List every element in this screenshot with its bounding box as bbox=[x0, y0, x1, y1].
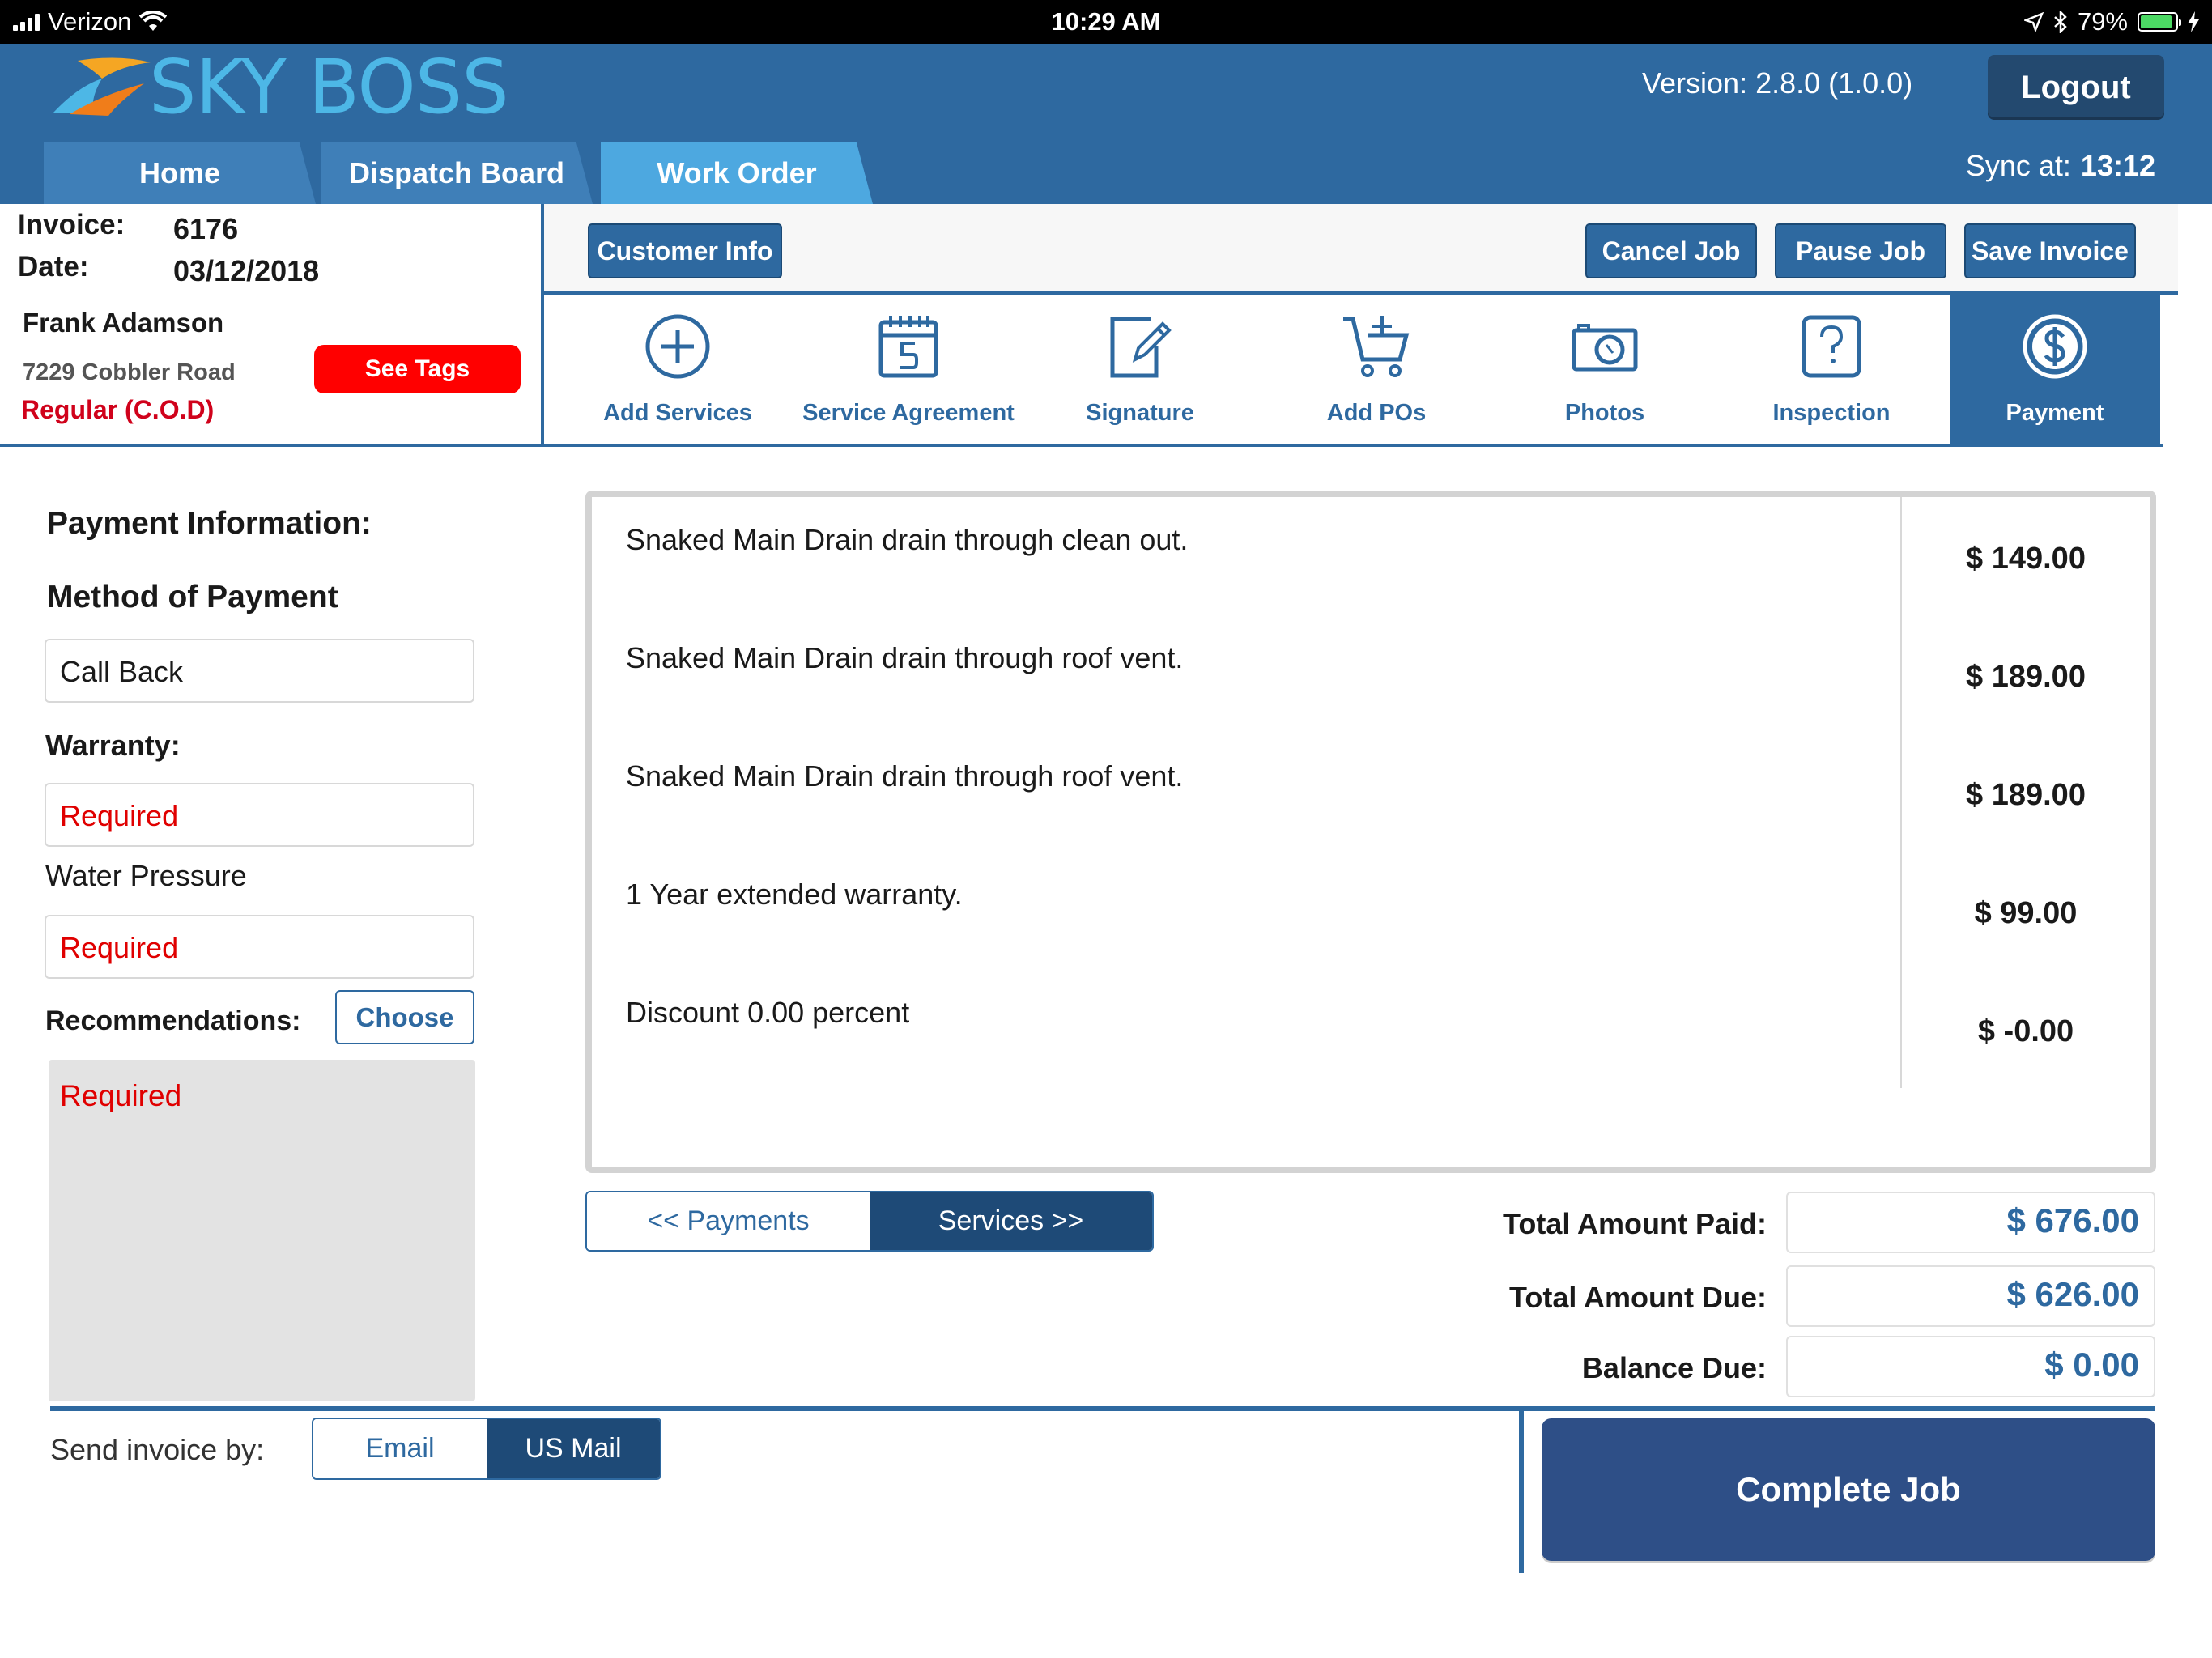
customer-info-button[interactable]: Customer Info bbox=[588, 223, 782, 278]
status-bar: Verizon 10:29 AM 79% bbox=[0, 0, 2212, 44]
complete-job-button[interactable]: Complete Job bbox=[1542, 1418, 2155, 1561]
method-of-payment-label: Method of Payment bbox=[47, 580, 338, 614]
payments-services-toggle: << Payments Services >> bbox=[585, 1191, 1154, 1252]
tab-work-order[interactable]: Work Order bbox=[601, 142, 873, 204]
nav-label: Add POs bbox=[1326, 400, 1427, 426]
logo-swoosh-icon bbox=[53, 57, 151, 116]
recommendations-textarea[interactable]: Required bbox=[49, 1060, 475, 1401]
invoice-label: Invoice: bbox=[18, 209, 125, 240]
invoice-date: 03/12/2018 bbox=[173, 254, 320, 287]
nav-label: Service Agreement bbox=[802, 400, 1015, 426]
see-tags-button[interactable]: See Tags bbox=[314, 345, 521, 393]
choose-recommendations-button[interactable]: Choose bbox=[335, 990, 474, 1044]
charging-bolt-icon bbox=[2188, 11, 2199, 32]
table-row: 1 Year extended warranty. $ 99.00 bbox=[592, 852, 2150, 970]
sync-time: 13:12 bbox=[2080, 149, 2155, 182]
nav-add-services[interactable]: Add Services bbox=[544, 295, 811, 444]
total-paid-label: Total Amount Paid: bbox=[1503, 1207, 1767, 1240]
customer-name: Frank Adamson bbox=[23, 308, 224, 338]
service-price: $ 189.00 bbox=[1966, 778, 2086, 812]
table-row: Discount 0.00 percent $ -0.00 bbox=[592, 970, 2150, 1088]
water-pressure-label-text: Water Pressure bbox=[45, 859, 247, 892]
nav-service-agreement[interactable]: Service Agreement bbox=[787, 295, 1030, 444]
balance-due-value: $ 0.00 bbox=[1786, 1336, 2155, 1397]
tab-home[interactable]: Home bbox=[44, 142, 316, 204]
water-pressure-field[interactable]: Required bbox=[45, 915, 474, 979]
camera-icon bbox=[1572, 324, 1638, 372]
services-tab-button[interactable]: Services >> bbox=[870, 1192, 1152, 1250]
dollar-circle-icon bbox=[2023, 314, 2087, 379]
status-right: 79% bbox=[2023, 7, 2199, 36]
save-invoice-button[interactable]: Save Invoice bbox=[1964, 223, 2136, 278]
sync-label: Sync at: bbox=[1965, 149, 2071, 182]
nav-signature[interactable]: Signature bbox=[1019, 295, 1261, 444]
footer-vertical-divider bbox=[1519, 1411, 1524, 1573]
send-invoice-label: Send invoice by: bbox=[50, 1433, 265, 1466]
version-label: Version: 2.8.0 (1.0.0) bbox=[1642, 66, 1913, 100]
send-invoice-toggle: Email US Mail bbox=[312, 1418, 661, 1480]
service-description: Snaked Main Drain drain through roof ven… bbox=[626, 641, 1184, 674]
service-description: Snaked Main Drain drain through clean ou… bbox=[626, 523, 1189, 556]
warranty-label: Warranty: bbox=[45, 729, 181, 762]
sky-boss-logo: SKY BOSS bbox=[45, 44, 509, 130]
section-nav: Add Services Service Agreement Signature… bbox=[544, 295, 2163, 447]
plus-circle-icon bbox=[645, 314, 710, 379]
service-description: Snaked Main Drain drain through roof ven… bbox=[626, 759, 1184, 793]
cart-plus-icon bbox=[1343, 316, 1410, 377]
clock: 10:29 AM bbox=[1051, 7, 1161, 36]
app-header: SKY BOSS Version: 2.8.0 (1.0.0) Logout bbox=[0, 44, 2212, 130]
bluetooth-icon bbox=[2054, 11, 2067, 33]
service-price: $ 189.00 bbox=[1966, 660, 2086, 694]
date-label: Date: bbox=[18, 251, 89, 283]
battery-icon bbox=[2138, 12, 2181, 32]
nav-add-pos[interactable]: Add POs bbox=[1255, 295, 1498, 444]
recommendations-label: Recommendations: bbox=[45, 1005, 301, 1036]
battery-percent: 79% bbox=[2077, 7, 2128, 36]
nav-label: Inspection bbox=[1772, 400, 1891, 426]
method-of-payment-field[interactable]: Call Back bbox=[45, 639, 474, 703]
us-mail-option-button[interactable]: US Mail bbox=[487, 1419, 660, 1478]
invoice-number: 6176 bbox=[173, 212, 239, 245]
sync-status: Sync at: 13:12 bbox=[1966, 149, 2155, 183]
payments-tab-button[interactable]: << Payments bbox=[587, 1192, 870, 1250]
service-price: $ 149.00 bbox=[1966, 542, 2086, 576]
location-arrow-icon bbox=[2023, 12, 2044, 32]
service-price: $ -0.00 bbox=[1977, 1014, 2074, 1048]
warranty-field[interactable]: Required bbox=[45, 783, 474, 847]
invoice-info-panel: Invoice: 6176 Date: 03/12/2018 Frank Ada… bbox=[0, 204, 544, 447]
customer-plan: Regular (C.O.D) bbox=[21, 395, 215, 424]
service-description: Discount 0.00 percent bbox=[626, 996, 910, 1029]
nav-label: Signature bbox=[1086, 400, 1194, 426]
tab-bar: Home Dispatch Board Work Order Sync at: 1… bbox=[0, 130, 2212, 204]
nav-inspection[interactable]: Inspection bbox=[1710, 295, 1953, 444]
table-row: Snaked Main Drain drain through clean ou… bbox=[592, 497, 2150, 615]
action-bar: Customer Info Cancel Job Pause Job Save … bbox=[544, 204, 2178, 295]
table-row: Snaked Main Drain drain through roof ven… bbox=[592, 615, 2150, 733]
total-paid-value: $ 676.00 bbox=[1786, 1192, 2155, 1253]
service-price: $ 99.00 bbox=[1974, 896, 2078, 930]
total-due-value: $ 626.00 bbox=[1786, 1265, 2155, 1327]
question-icon bbox=[1802, 315, 1861, 378]
service-description: 1 Year extended warranty. bbox=[626, 878, 963, 911]
pencil-document-icon bbox=[1110, 317, 1172, 378]
calendar-icon bbox=[878, 316, 938, 378]
app-name: SKY BOSS bbox=[149, 43, 509, 130]
payment-info-title: Payment Information: bbox=[47, 506, 372, 541]
cancel-job-button[interactable]: Cancel Job bbox=[1585, 223, 1757, 278]
nav-label: Add Services bbox=[603, 400, 752, 426]
pause-job-button[interactable]: Pause Job bbox=[1775, 223, 1946, 278]
footer-divider bbox=[50, 1406, 2155, 1411]
total-due-label: Total Amount Due: bbox=[1509, 1281, 1767, 1314]
balance-due-label: Balance Due: bbox=[1581, 1351, 1767, 1384]
logout-button[interactable]: Logout bbox=[1988, 55, 2164, 120]
services-table: Snaked Main Drain drain through clean ou… bbox=[585, 491, 2156, 1173]
nav-label: Payment bbox=[2006, 400, 2104, 426]
table-row: Snaked Main Drain drain through roof ven… bbox=[592, 733, 2150, 852]
nav-label: Photos bbox=[1564, 400, 1645, 426]
nav-photos[interactable]: Photos bbox=[1483, 295, 1726, 444]
customer-address: 7229 Cobbler Road bbox=[23, 359, 236, 385]
nav-payment[interactable]: Payment bbox=[1950, 295, 2160, 444]
tab-dispatch-board[interactable]: Dispatch Board bbox=[321, 142, 593, 204]
email-option-button[interactable]: Email bbox=[313, 1419, 487, 1478]
